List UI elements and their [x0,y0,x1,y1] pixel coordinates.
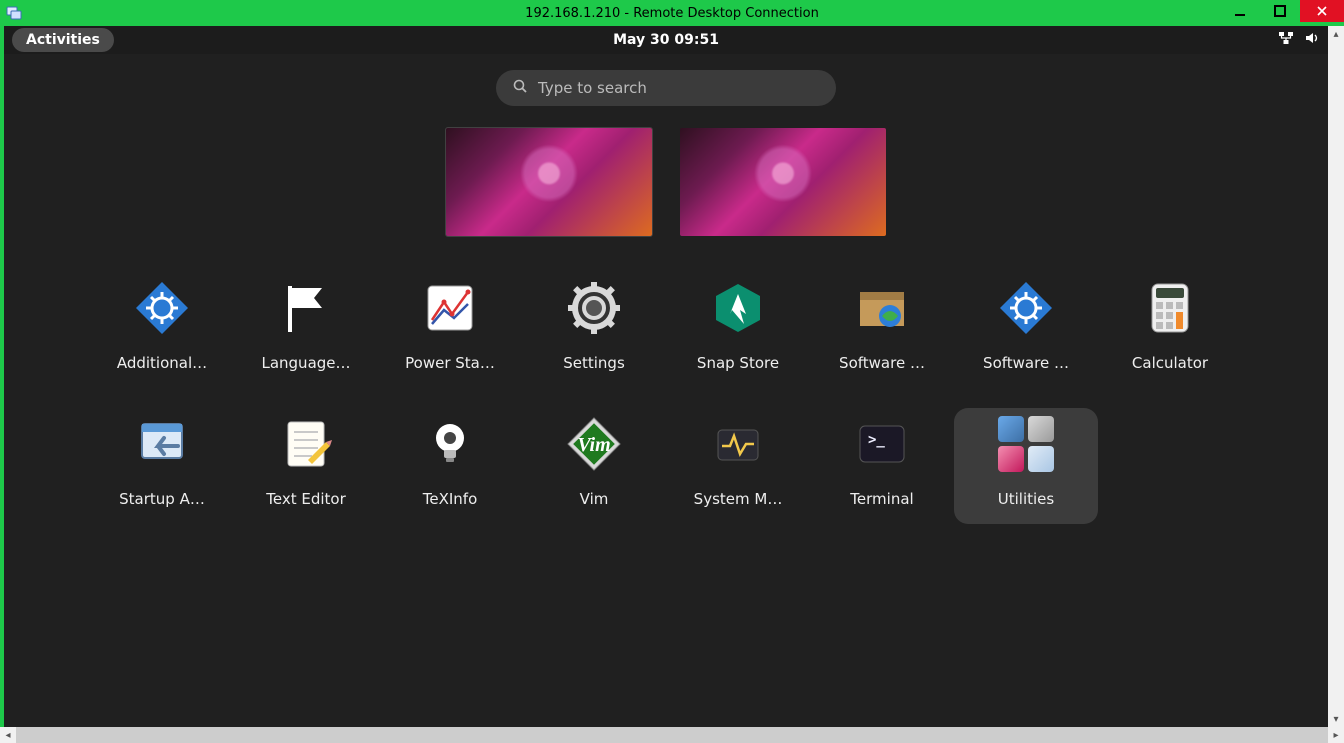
app-text-editor[interactable]: Text Editor [234,408,378,536]
texinfo-icon [418,412,482,476]
search-placeholder: Type to search [538,79,820,97]
rdp-minimize-button[interactable] [1220,0,1260,22]
settings-icon [562,276,626,340]
language-support-icon [274,276,338,340]
app-label: Startup A… [107,490,217,508]
gnome-topbar: Activities May 30 09:51 [4,26,1328,54]
workspace-thumbnail-1[interactable] [446,128,652,236]
scroll-track[interactable] [16,727,1328,743]
scroll-left-icon[interactable]: ◂ [0,727,16,743]
software-properties-icon [994,276,1058,340]
search-bar[interactable]: Type to search [496,70,836,106]
app-power-statistics[interactable]: Power Sta… [378,272,522,400]
terminal-icon [850,412,914,476]
activities-button[interactable]: Activities [12,28,114,52]
app-label: Settings [539,354,649,372]
app-system-monitor[interactable]: System M… [666,408,810,536]
folder-subicon [1028,416,1054,442]
scroll-right-icon[interactable]: ▸ [1328,727,1344,743]
network-icon[interactable] [1278,30,1294,50]
app-language-support[interactable]: Language… [234,272,378,400]
rdp-vertical-scrollbar[interactable]: ▴ ▾ [1328,26,1344,727]
app-label: Software … [827,354,937,372]
additional-drivers-icon [130,276,194,340]
folder-subicon [998,446,1024,472]
activities-overview: Type to search Additional… Language… Power… [4,54,1328,536]
scroll-thumb[interactable] [16,727,1328,743]
rdp-close-button[interactable] [1300,0,1344,22]
volume-icon[interactable] [1304,30,1320,50]
app-software-updater[interactable]: Software … [810,272,954,400]
app-label: Utilities [971,490,1081,508]
app-label: System M… [683,490,793,508]
rdp-horizontal-scrollbar[interactable]: ◂ ▸ [0,727,1344,743]
app-utilities[interactable]: Utilities [954,408,1098,524]
workspace-switcher [446,128,886,236]
scroll-track[interactable] [1328,42,1344,711]
app-calculator[interactable]: Calculator [1098,272,1242,400]
topbar-clock[interactable]: May 30 09:51 [4,32,1328,48]
app-label: TeXInfo [395,490,505,508]
app-label: Calculator [1115,354,1225,372]
app-software-properties[interactable]: Software … [954,272,1098,400]
vim-icon [562,412,626,476]
text-editor-icon [274,412,338,476]
system-monitor-icon [706,412,770,476]
app-label: Terminal [827,490,937,508]
utilities-icon [994,412,1058,476]
software-updater-icon [850,276,914,340]
scroll-up-icon[interactable]: ▴ [1328,26,1344,42]
rdp-titlebar[interactable]: 192.168.1.210 - Remote Desktop Connectio… [0,0,1344,26]
power-statistics-icon [418,276,482,340]
app-label: Software … [971,354,1081,372]
app-label: Power Sta… [395,354,505,372]
app-texinfo[interactable]: TeXInfo [378,408,522,536]
app-additional-drivers[interactable]: Additional… [90,272,234,400]
app-settings[interactable]: Settings [522,272,666,400]
app-vim[interactable]: Vim [522,408,666,536]
rdp-window-frame: 192.168.1.210 - Remote Desktop Connectio… [0,0,1344,743]
app-terminal[interactable]: Terminal [810,408,954,536]
startup-apps-icon [130,412,194,476]
folder-subicon [998,416,1024,442]
scroll-down-icon[interactable]: ▾ [1328,711,1344,727]
rdp-title: 192.168.1.210 - Remote Desktop Connectio… [0,6,1344,21]
app-label: Language… [251,354,361,372]
workspace-thumbnail-2[interactable] [680,128,886,236]
folder-subicon [1028,446,1054,472]
remote-desktop-area: Activities May 30 09:51 Type to search A… [4,26,1328,727]
rdp-maximize-button[interactable] [1260,0,1300,22]
application-grid: Additional… Language… Power Sta… Settings Sn… [90,272,1242,536]
app-startup-apps[interactable]: Startup A… [90,408,234,536]
calculator-icon [1138,276,1202,340]
app-snap-store[interactable]: Snap Store [666,272,810,400]
app-label: Text Editor [251,490,361,508]
search-icon [512,78,528,98]
app-label: Vim [539,490,649,508]
app-label: Additional… [107,354,217,372]
app-label: Snap Store [683,354,793,372]
snap-store-icon [706,276,770,340]
